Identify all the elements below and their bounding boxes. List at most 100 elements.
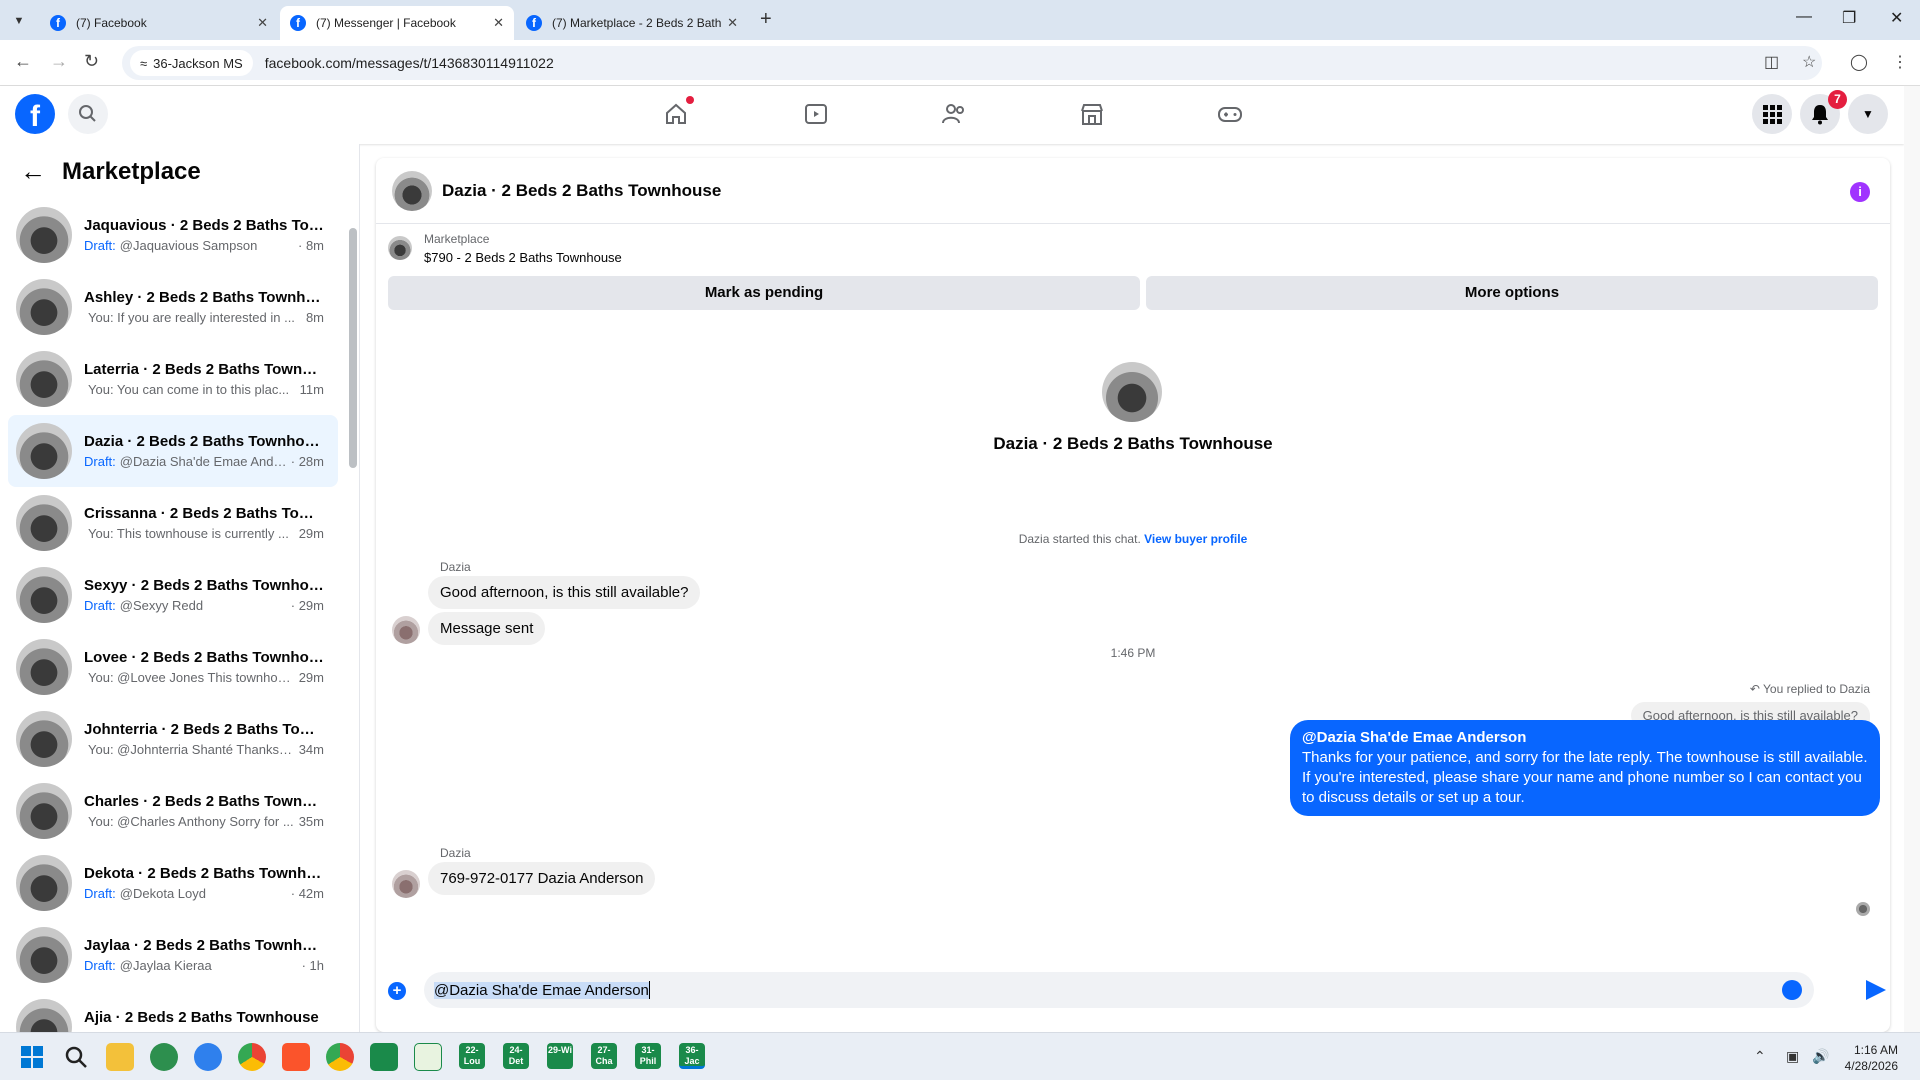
conversation-item[interactable]: Ashley · 2 Beds 2 Baths Townho... You: If…: [8, 271, 338, 343]
notifications-button[interactable]: 7: [1800, 90, 1847, 134]
conversation-item[interactable]: Jaquavious · 2 Beds 2 Baths Tow... Draft:…: [8, 199, 338, 271]
reply-icon: ↶: [1749, 682, 1760, 696]
friends-icon[interactable]: [940, 100, 970, 128]
listing-thumbnail[interactable]: [388, 236, 412, 260]
profile-icon[interactable]: ◯: [1850, 52, 1868, 72]
menu-kebab-icon[interactable]: ⋮: [1892, 52, 1908, 72]
conversation-item[interactable]: Jaylaa · 2 Beds 2 Baths Townhouse Draft: @…: [8, 919, 338, 991]
view-buyer-profile-link[interactable]: View buyer profile: [1144, 532, 1247, 546]
page-scrollbar[interactable]: [1904, 86, 1920, 1032]
avatar[interactable]: [392, 170, 432, 211]
chrome-icon[interactable]: [238, 1043, 266, 1071]
sender-avatar[interactable]: [392, 616, 420, 644]
conversation-text: Sexyy · 2 Beds 2 Baths Townhouse Draft: @S…: [84, 577, 324, 613]
avatar: [16, 927, 72, 983]
preview-time: · 1h: [301, 958, 324, 973]
sidebar-scrollbar[interactable]: [349, 228, 357, 468]
video-icon[interactable]: [802, 100, 832, 128]
draft-label: Draft:: [84, 886, 116, 901]
close-tab-icon[interactable]: ✕: [257, 15, 268, 31]
draft-label: Draft:: [84, 958, 116, 973]
address-bar[interactable]: ≈36-Jackson MS facebook.com/messages/t/1…: [122, 46, 1822, 80]
conversation-item[interactable]: Sexyy · 2 Beds 2 Baths Townhouse Draft: @S…: [8, 559, 338, 631]
conversation-item[interactable]: Laterria · 2 Beds 2 Baths Townho... You: …: [8, 343, 338, 415]
forward-icon[interactable]: →: [50, 51, 68, 72]
marketplace-icon[interactable]: [1078, 100, 1108, 128]
install-app-icon[interactable]: ◫: [1764, 52, 1779, 72]
bookmark-star-icon[interactable]: ☆: [1802, 52, 1816, 72]
more-options-button[interactable]: More options: [1146, 276, 1878, 310]
outgoing-message[interactable]: @Dazia Sha'de Emae Anderson Thanks for y…: [1290, 720, 1880, 816]
gaming-icon[interactable]: [1216, 100, 1246, 128]
avatar: [16, 783, 72, 839]
send-icon[interactable]: [1866, 980, 1886, 1000]
info-icon[interactable]: i: [1850, 182, 1870, 202]
network-icon[interactable]: ▣: [1786, 1048, 1799, 1065]
app-icon[interactable]: [370, 1043, 398, 1071]
incoming-message[interactable]: Message sent: [428, 612, 546, 645]
conversation-item[interactable]: Crissanna · 2 Beds 2 Baths Town... You: T…: [8, 487, 338, 559]
search-icon[interactable]: [62, 1043, 90, 1071]
conversation-item[interactable]: Dekota · 2 Beds 2 Baths Townho... Draft: @…: [8, 847, 338, 919]
chrome-profile-icon[interactable]: [326, 1043, 354, 1071]
close-tab-icon[interactable]: ✕: [727, 15, 738, 31]
maps-icon[interactable]: [194, 1043, 222, 1071]
browser-tab-facebook[interactable]: f (7) Facebook ✕: [40, 6, 278, 40]
message-input[interactable]: @Dazia Sha'de Emae Anderson: [424, 972, 1814, 1008]
browser-tab-marketplace[interactable]: f (7) Marketplace - 2 Beds 2 Bath ✕: [516, 6, 748, 40]
account-menu-button[interactable]: ▼: [1848, 94, 1888, 134]
facebook-favicon-icon: f: [526, 15, 542, 31]
avatar: [16, 207, 72, 263]
mention[interactable]: @Dazia Sha'de Emae Anderson: [1302, 728, 1868, 748]
taskbar-app[interactable]: 22-Lou: [459, 1043, 485, 1069]
system-clock[interactable]: 1:16 AM 4/28/2026: [1845, 1042, 1898, 1074]
emoji-icon[interactable]: [1782, 980, 1802, 1000]
back-icon[interactable]: ←: [14, 51, 32, 72]
chat-title[interactable]: Dazia · 2 Beds 2 Baths Townhouse: [442, 181, 721, 201]
minimize-icon[interactable]: —: [1796, 8, 1812, 26]
plus-icon[interactable]: +: [388, 982, 406, 1000]
back-arrow-icon[interactable]: ←: [20, 156, 46, 187]
close-tab-icon[interactable]: ✕: [493, 15, 504, 31]
sender-avatar[interactable]: [392, 870, 420, 898]
home-icon[interactable]: [662, 96, 694, 128]
show-hidden-icons-icon[interactable]: ⌃: [1754, 1048, 1766, 1065]
brave-icon[interactable]: [282, 1043, 310, 1071]
message-area: Dazia · 2 Beds 2 Baths Townhouse Dazia s…: [376, 320, 1890, 920]
browser-tab-messenger[interactable]: f (7) Messenger | Facebook ✕: [280, 6, 514, 40]
taskbar-app[interactable]: 36-Jac: [679, 1043, 705, 1069]
file-explorer-icon[interactable]: [106, 1043, 134, 1071]
incoming-message[interactable]: 769-972-0177 Dazia Anderson: [428, 862, 656, 895]
conversation-item[interactable]: Dazia · 2 Beds 2 Baths Townhouse Draft: @D…: [8, 415, 338, 487]
facebook-logo-icon[interactable]: f: [15, 94, 55, 134]
taskbar-app[interactable]: 27-Cha: [591, 1043, 617, 1069]
restore-icon[interactable]: ❐: [1842, 8, 1856, 28]
taskbar-app[interactable]: 29-Wi: [547, 1043, 573, 1069]
conversation-item[interactable]: Johnterria · 2 Beds 2 Baths Town... You: …: [8, 703, 338, 775]
preview-text: Draft: @Dekota Loyd: [84, 886, 287, 901]
conversation-item[interactable]: Lovee · 2 Beds 2 Baths Townhouse You: @Lo…: [8, 631, 338, 703]
new-tab-icon[interactable]: +: [760, 8, 772, 31]
tab-search-icon[interactable]: ▼: [8, 10, 30, 32]
notes-icon[interactable]: [414, 1043, 442, 1071]
site-info-chip[interactable]: ≈36-Jackson MS: [130, 50, 253, 76]
taskbar-app[interactable]: 31-Phil: [635, 1043, 661, 1069]
conversation-item[interactable]: Ajia · 2 Beds 2 Baths TownhouseYou: @Aji…: [8, 991, 338, 1032]
clock-date: 4/28/2026: [1844, 1059, 1898, 1073]
conversation-item[interactable]: Charles · 2 Beds 2 Baths Townho... You: @…: [8, 775, 338, 847]
contact-avatar[interactable]: [1102, 362, 1162, 422]
incoming-message[interactable]: Good afternoon, is this still available?: [428, 576, 701, 609]
menu-grid-button[interactable]: [1752, 94, 1792, 134]
taskbar-app[interactable]: 24-Det: [503, 1043, 529, 1069]
volume-icon[interactable]: 🔊: [1812, 1048, 1829, 1065]
contact-name: Dazia · 2 Beds 2 Baths Townhouse: [993, 434, 1273, 453]
close-window-icon[interactable]: ✕: [1890, 8, 1903, 28]
chat-panel: Dazia · 2 Beds 2 Baths Townhouse i Marke…: [376, 158, 1890, 1032]
app-icon[interactable]: [150, 1043, 178, 1071]
reload-icon[interactable]: ↻: [84, 51, 99, 72]
mark-as-pending-button[interactable]: Mark as pending: [388, 276, 1140, 310]
listing-price[interactable]: $790 - 2 Beds 2 Baths Townhouse: [424, 250, 622, 265]
windows-start-icon[interactable]: [18, 1043, 46, 1071]
search-button[interactable]: [68, 94, 108, 134]
preview-text: You: @Charles Anthony Sorry for ...: [84, 814, 295, 829]
